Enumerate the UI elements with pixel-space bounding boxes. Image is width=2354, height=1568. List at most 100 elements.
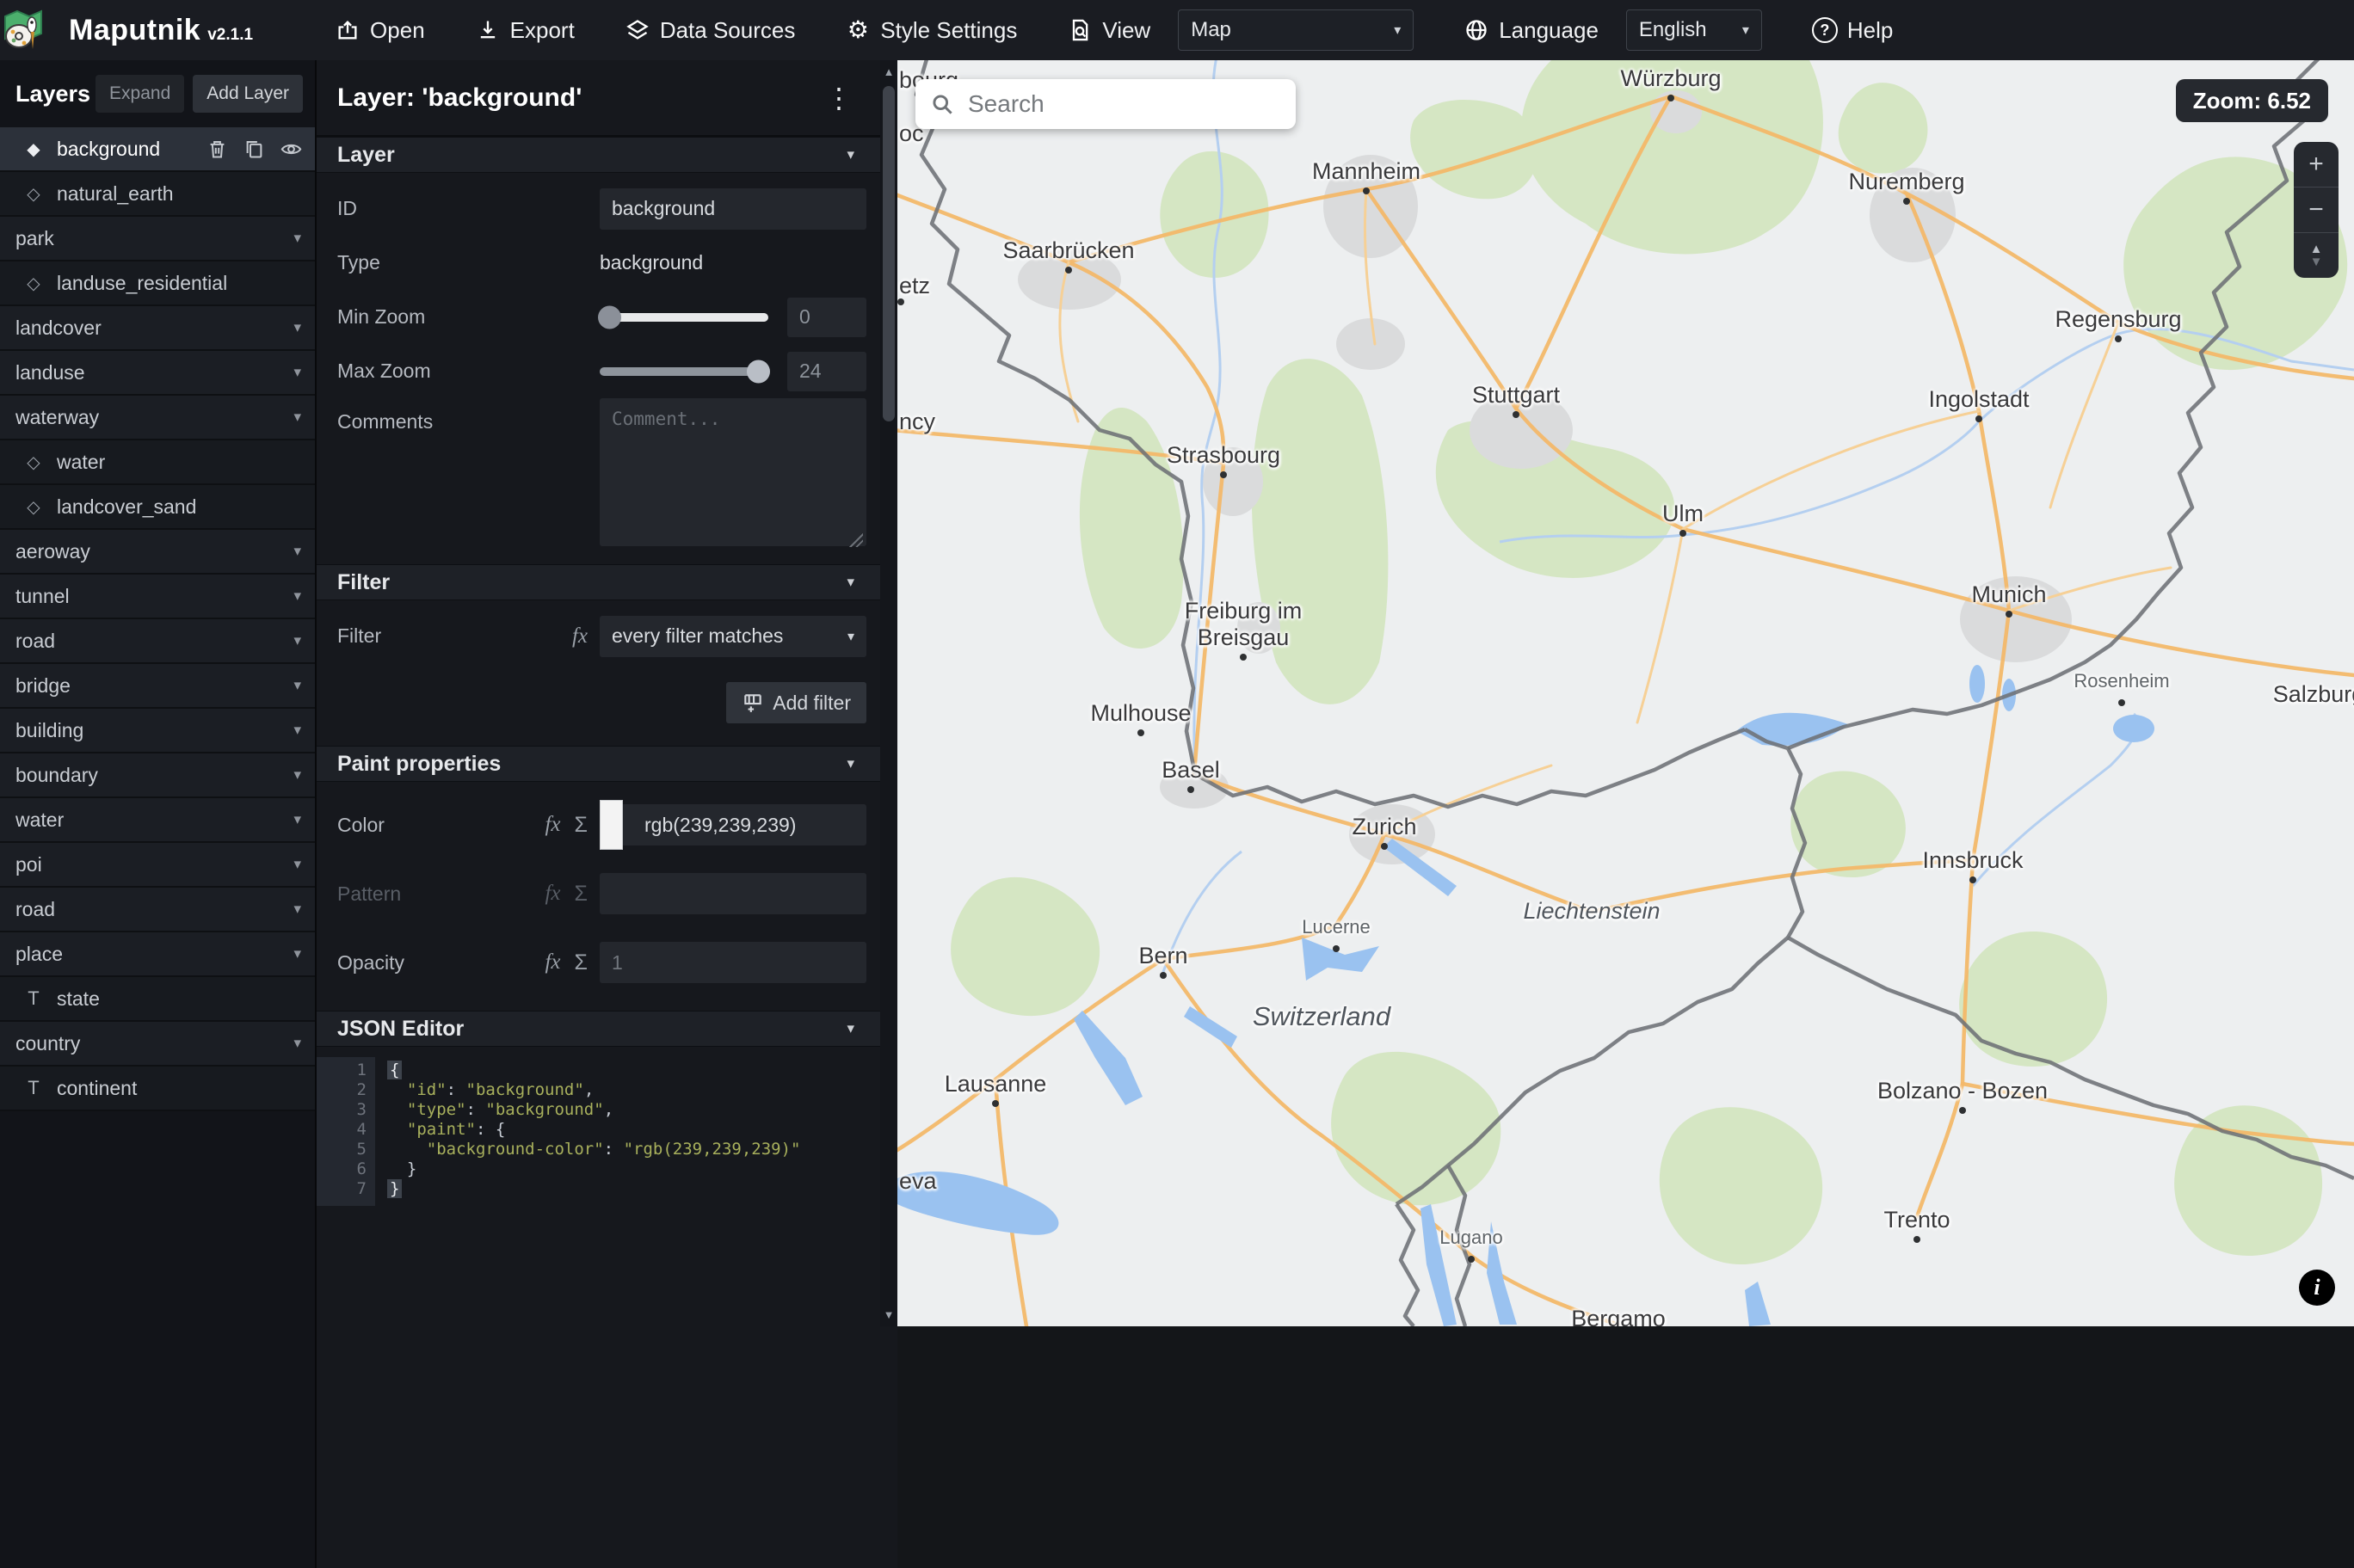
- layer-list-item-natural_earth[interactable]: ◇ natural_earth: [0, 172, 315, 217]
- chevron-down-icon[interactable]: ▾: [293, 945, 301, 962]
- kebab-menu-icon[interactable]: ⋮: [825, 84, 853, 112]
- search-box[interactable]: [915, 79, 1296, 129]
- chevron-down-icon[interactable]: ▾: [293, 319, 301, 336]
- layer-list-item-building[interactable]: building ▾: [0, 709, 315, 753]
- scroll-down-icon[interactable]: ▼: [880, 1308, 897, 1321]
- opacity-input[interactable]: [600, 942, 866, 983]
- map-label-nuremberg: Nuremberg: [1848, 169, 1965, 194]
- max-zoom-slider-thumb[interactable]: [747, 360, 770, 383]
- chevron-down-icon[interactable]: ▾: [293, 811, 301, 828]
- map-label-mannheim: Mannheim: [1311, 158, 1421, 184]
- min-zoom-slider[interactable]: [598, 305, 768, 329]
- min-zoom-slider-thumb[interactable]: [598, 305, 621, 329]
- zoom-in-button[interactable]: +: [2294, 142, 2339, 187]
- layer-list-item-road[interactable]: road ▾: [0, 888, 315, 932]
- layer-list-item-tunnel[interactable]: tunnel ▾: [0, 575, 315, 619]
- layer-list-item-water[interactable]: ◇ water: [0, 440, 315, 485]
- city-dot: [1468, 1256, 1475, 1263]
- fx-icon[interactable]: fx: [545, 813, 560, 837]
- language-label: Language: [1499, 16, 1599, 43]
- chevron-down-icon[interactable]: ▾: [293, 677, 301, 694]
- data-sources-button[interactable]: Data Sources: [625, 17, 795, 44]
- language-button[interactable]: Language: [1464, 17, 1599, 44]
- copy-icon[interactable]: [243, 138, 266, 161]
- sigma-icon[interactable]: Σ: [575, 882, 588, 907]
- layer-list-item-country[interactable]: country ▾: [0, 1022, 315, 1067]
- search-input[interactable]: [966, 89, 1280, 119]
- layer-list-item-bridge[interactable]: bridge ▾: [0, 664, 315, 709]
- section-layer-header[interactable]: Layer ▾: [317, 137, 897, 173]
- comments-textarea[interactable]: [600, 398, 866, 546]
- add-filter-button[interactable]: Add filter: [726, 682, 866, 723]
- layer-list-item-landuse[interactable]: landuse ▾: [0, 351, 315, 396]
- help-button[interactable]: ? Help: [1811, 17, 1893, 44]
- layer-list-item-continent[interactable]: Tcontinent: [0, 1067, 315, 1111]
- editor-scrollbar[interactable]: ▲ ▼: [880, 60, 897, 1326]
- filter-combiner-select[interactable]: every filter matches ▾: [600, 615, 866, 657]
- eye-icon[interactable]: [280, 138, 303, 161]
- trash-icon[interactable]: [206, 138, 229, 161]
- style-settings-button[interactable]: ⚙ Style Settings: [845, 17, 1018, 44]
- add-layer-button[interactable]: Add Layer: [193, 75, 303, 113]
- resize-handle-icon[interactable]: [849, 533, 863, 547]
- chevron-down-icon[interactable]: ▾: [293, 901, 301, 918]
- layer-list-item-aeroway[interactable]: aeroway ▾: [0, 530, 315, 575]
- section-paint-header[interactable]: Paint properties ▾: [317, 746, 897, 782]
- compass-reset-button[interactable]: ▲ ▼: [2294, 232, 2339, 278]
- layer-list-item-boundary[interactable]: boundary ▾: [0, 753, 315, 798]
- layer-list-item-landcover_sand[interactable]: ◇ landcover_sand: [0, 485, 315, 530]
- chevron-down-icon[interactable]: ▾: [293, 543, 301, 560]
- scroll-up-icon[interactable]: ▲: [880, 65, 897, 78]
- layer-list-item-road[interactable]: road ▾: [0, 619, 315, 664]
- fx-icon[interactable]: fx: [572, 624, 588, 649]
- fx-icon[interactable]: fx: [545, 882, 560, 906]
- layer-list-item-landcover[interactable]: landcover ▾: [0, 306, 315, 351]
- layer-list-item-waterway[interactable]: waterway ▾: [0, 396, 315, 440]
- zoom-out-button[interactable]: −: [2294, 187, 2339, 232]
- min-zoom-input[interactable]: [787, 297, 866, 337]
- open-button[interactable]: Open: [335, 17, 425, 44]
- chevron-down-icon[interactable]: ▾: [293, 632, 301, 649]
- layer-list-item-water[interactable]: water ▾: [0, 798, 315, 843]
- chevron-down-icon[interactable]: ▾: [293, 587, 301, 605]
- max-zoom-input[interactable]: [787, 351, 866, 391]
- chevron-down-icon[interactable]: ▾: [293, 856, 301, 873]
- layer-list-item-place[interactable]: place ▾: [0, 932, 315, 977]
- max-zoom-slider[interactable]: [600, 360, 770, 383]
- chevron-down-icon[interactable]: ▾: [293, 1035, 301, 1052]
- chevron-down-icon[interactable]: ▾: [293, 230, 301, 247]
- layer-list-item-background[interactable]: ◆ background: [0, 127, 315, 172]
- section-filter-header[interactable]: Filter ▾: [317, 564, 897, 600]
- map-canvas[interactable]: bourgocWürzburgMannheimNurembergSaarbrüc…: [897, 60, 2354, 1326]
- sigma-icon[interactable]: Σ: [575, 950, 588, 975]
- color-swatch[interactable]: [600, 800, 623, 850]
- json-code[interactable]: { "id": "background", "type": "backgroun…: [375, 1057, 800, 1206]
- pattern-input[interactable]: [600, 873, 866, 914]
- chevron-down-icon[interactable]: ▾: [293, 722, 301, 739]
- city-dot: [1187, 786, 1194, 793]
- attribution-info-button[interactable]: i: [2299, 1270, 2335, 1306]
- diamond-outline-icon: ◇: [27, 274, 40, 293]
- layer-list-item-park[interactable]: park ▾: [0, 217, 315, 261]
- layer-label: landuse_residential: [57, 271, 228, 294]
- export-button[interactable]: Export: [475, 17, 575, 44]
- scrollbar-thumb[interactable]: [883, 86, 895, 421]
- json-editor[interactable]: 1234567 { "id": "background", "type": "b…: [317, 1047, 897, 1240]
- color-input[interactable]: [600, 804, 866, 845]
- view-mode-select[interactable]: Map ▾: [1178, 9, 1414, 51]
- section-json-header[interactable]: JSON Editor ▾: [317, 1011, 897, 1047]
- layer-list-item-landuse_residential[interactable]: ◇ landuse_residential: [0, 261, 315, 306]
- chevron-down-icon[interactable]: ▾: [293, 766, 301, 784]
- top-bar: Maputnik v2.1.1 Open Export Data Sources…: [0, 0, 2354, 60]
- chevron-down-icon[interactable]: ▾: [293, 364, 301, 381]
- sigma-icon[interactable]: Σ: [575, 813, 588, 838]
- layer-list-item-poi[interactable]: poi ▾: [0, 843, 315, 888]
- language-select[interactable]: English ▾: [1625, 9, 1762, 51]
- expand-button[interactable]: Expand: [96, 75, 185, 113]
- view-button[interactable]: View: [1067, 17, 1150, 44]
- id-input[interactable]: [600, 188, 866, 230]
- chevron-down-icon[interactable]: ▾: [293, 409, 301, 426]
- fx-icon[interactable]: fx: [545, 950, 560, 975]
- layer-list-item-state[interactable]: Tstate: [0, 977, 315, 1022]
- map-label-breisgau: Breisgau: [1197, 624, 1290, 650]
